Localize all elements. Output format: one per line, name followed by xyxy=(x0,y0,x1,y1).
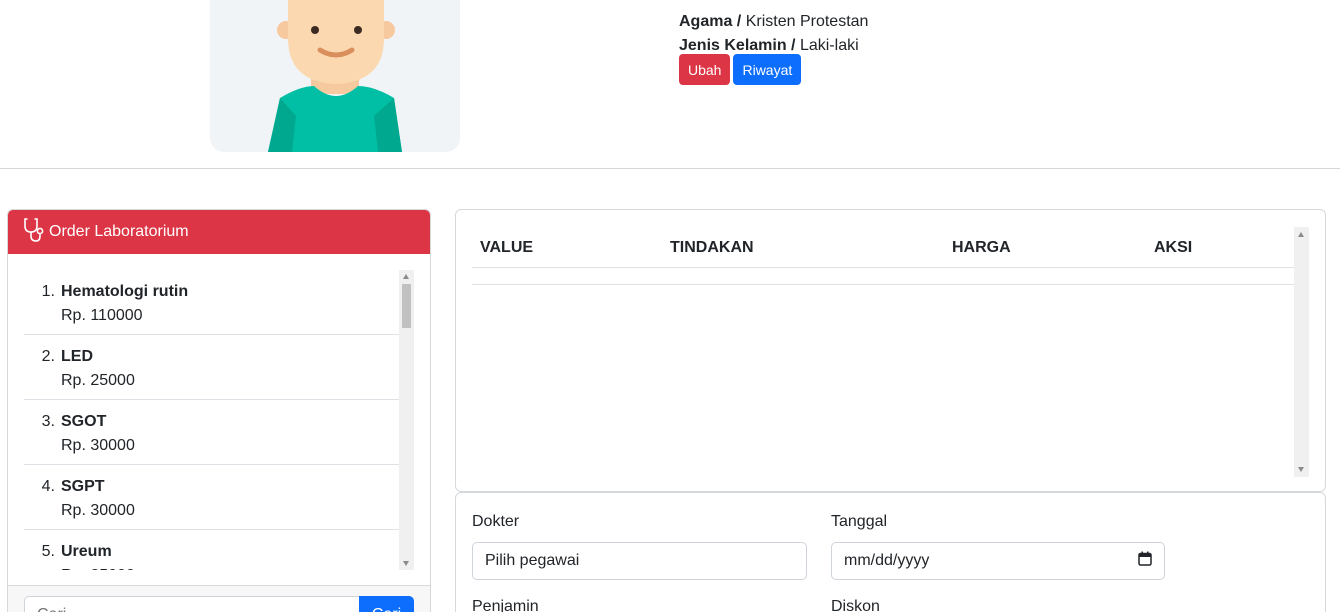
table-header: VALUE TINDAKAN HARGA AKSI xyxy=(472,227,1294,268)
table-scrollbar[interactable] xyxy=(1294,227,1309,477)
item-name: Ureum xyxy=(61,543,112,560)
item-name: SGOT xyxy=(61,413,107,430)
edit-button[interactable]: Ubah xyxy=(679,54,731,85)
order-lab-header: Order Laboratorium xyxy=(8,210,430,254)
item-name: LED xyxy=(61,348,93,365)
search-button[interactable]: Cari xyxy=(359,596,414,612)
item-name: Hematologi rutin xyxy=(61,283,189,300)
item-price: Rp. 30000 xyxy=(61,502,135,519)
religion-value: Kristen Protestan xyxy=(745,13,869,30)
order-table-card: VALUE TINDAKAN HARGA AKSI xyxy=(455,209,1326,492)
patient-actions: Ubah Riwayat xyxy=(679,54,802,85)
order-lab-card: Order Laboratorium 1. Hematologi rutin Rp.… xyxy=(7,209,431,612)
order-table: VALUE TINDAKAN HARGA AKSI xyxy=(472,227,1309,477)
lab-test-list[interactable]: 1. Hematologi rutin Rp. 110000 2. LED Rp. 250… xyxy=(24,270,414,570)
order-form-card: Dokter Pilih pegawai Tanggal mm/dd/yyyy … xyxy=(455,492,1326,612)
search-input[interactable] xyxy=(24,596,364,612)
scroll-down-icon[interactable] xyxy=(403,561,409,566)
list-scrollbar[interactable] xyxy=(399,270,414,570)
date-input[interactable]: mm/dd/yyyy xyxy=(831,542,1165,580)
doctor-select[interactable]: Pilih pegawai xyxy=(472,542,807,580)
order-lab-footer: Cari xyxy=(8,585,430,612)
stethoscope-icon xyxy=(23,217,49,248)
date-label: Tanggal xyxy=(831,513,888,530)
religion-row: Agama / Kristen Protestan xyxy=(679,10,868,34)
item-price: Rp. 30000 xyxy=(61,437,135,454)
item-number: 1. xyxy=(41,283,55,300)
scroll-up-icon[interactable] xyxy=(403,274,409,279)
column-header-value: VALUE xyxy=(480,239,534,256)
section-divider xyxy=(0,168,1340,169)
order-lab-title: Order Laboratorium xyxy=(49,223,189,240)
list-item[interactable]: 3. SGOT Rp. 30000 xyxy=(24,400,399,465)
scroll-up-icon[interactable] xyxy=(1298,232,1304,237)
religion-label: Agama / xyxy=(679,13,742,30)
date-placeholder: mm/dd/yyyy xyxy=(844,552,930,569)
patient-info: Agama / Kristen Protestan Jenis Kelamin … xyxy=(679,0,868,58)
list-item[interactable]: 2. LED Rp. 25000 xyxy=(24,335,399,400)
item-price: Rp. 25000 xyxy=(61,372,135,389)
list-item[interactable]: 4. SGPT Rp. 30000 xyxy=(24,465,399,530)
item-number: 5. xyxy=(41,543,55,560)
guarantor-label: Penjamin xyxy=(472,598,539,612)
list-item[interactable]: 5. Ureum Rp. 25000 xyxy=(24,530,399,570)
doctor-label: Dokter xyxy=(472,513,520,530)
discount-label: Diskon xyxy=(831,598,880,612)
item-number: 2. xyxy=(41,348,55,365)
gender-value: Laki-laki xyxy=(799,37,859,54)
scroll-down-icon[interactable] xyxy=(1298,467,1304,472)
item-price: Rp. 25000 xyxy=(61,564,135,570)
scroll-thumb[interactable] xyxy=(402,284,411,328)
gender-label: Jenis Kelamin / xyxy=(679,37,796,54)
patient-avatar xyxy=(210,0,460,152)
item-number: 4. xyxy=(41,478,55,495)
item-number: 3. xyxy=(41,413,55,430)
table-empty-body xyxy=(472,284,1294,285)
column-header-aksi: AKSI xyxy=(1154,239,1193,256)
column-header-harga: HARGA xyxy=(952,239,1011,256)
list-item[interactable]: 1. Hematologi rutin Rp. 110000 xyxy=(24,270,399,335)
column-header-tindakan: TINDAKAN xyxy=(670,239,754,256)
item-name: SGPT xyxy=(61,478,105,495)
history-button[interactable]: Riwayat xyxy=(733,54,802,85)
item-price: Rp. 110000 xyxy=(61,307,143,324)
doctor-select-value: Pilih pegawai xyxy=(485,552,580,569)
calendar-icon[interactable] xyxy=(1138,551,1152,571)
